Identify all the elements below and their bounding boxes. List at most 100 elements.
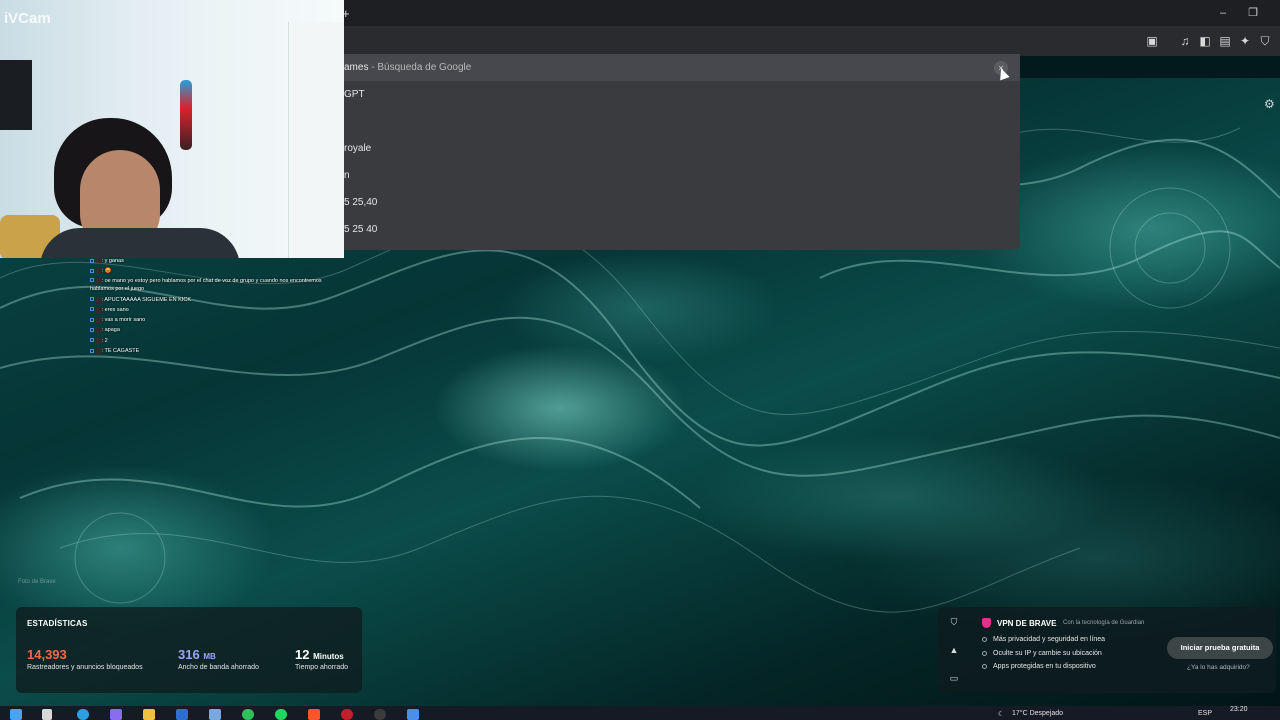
badge-icon xyxy=(90,348,94,353)
vpn-feature-text: Más privacidad y seguridad en línea xyxy=(993,636,1106,643)
badge-icon xyxy=(90,328,94,333)
brave-icon[interactable] xyxy=(308,709,320,720)
widget-switcher: ⛉ ▲ ▭ xyxy=(938,607,970,693)
wallet-icon[interactable]: ▤ xyxy=(1218,34,1232,48)
app-red-icon[interactable] xyxy=(341,709,353,720)
store-icon[interactable] xyxy=(209,709,221,720)
chat-text: : eres sano xyxy=(101,306,129,313)
chat-message: : y ganas xyxy=(90,256,350,266)
restore-button[interactable]: ❐ xyxy=(1238,0,1268,26)
chat-text: : y ganas xyxy=(101,258,124,264)
edge-icon[interactable] xyxy=(77,709,89,720)
language-indicator[interactable]: ESP xyxy=(1198,710,1212,717)
chat-text: : apaga xyxy=(101,327,120,334)
mail-icon[interactable] xyxy=(176,709,188,720)
check-icon xyxy=(982,663,987,669)
time-unit: Minutos xyxy=(313,652,344,661)
badge-icon xyxy=(90,338,94,343)
news-tab-icon[interactable]: ▲ xyxy=(948,644,960,656)
vpn-feature-text: Oculte su IP y cambie su ubicación xyxy=(993,650,1102,657)
suggestion-row[interactable]: ames - Búsqueda de Google × xyxy=(336,54,1020,81)
suggestion-row[interactable]: n xyxy=(336,162,1020,189)
suggestion-row[interactable]: 5 25,40 xyxy=(336,189,1020,216)
task-view-icon[interactable] xyxy=(42,709,52,720)
chat-message: : 2 xyxy=(90,336,350,346)
trackers-caption: Rastreadores y anuncios bloqueados xyxy=(27,664,143,671)
suggestion-row[interactable]: royale xyxy=(336,135,1020,162)
chat-text: : oe mano yo estoy pero hablamos por el … xyxy=(90,277,322,292)
chat-text: : APUCTAAAAA SIGUEME EN KICK xyxy=(101,296,191,303)
chat-overlay: : y ganas : 😡 : oe mano yo estoy pero ha… xyxy=(90,256,350,356)
screen: ⚙ Foto de Brave + – ❐ ▣ ♫ ◧ ▤ ✦ ⛉ ames -… xyxy=(0,0,1280,720)
windows-start-icon[interactable] xyxy=(10,709,22,720)
weather-text[interactable]: 17°C Despejado xyxy=(1012,710,1063,717)
chat-text: : vas a morir sano xyxy=(101,317,146,324)
chat-message: : 😡 xyxy=(90,266,350,276)
stats-title: ESTADÍSTICAS xyxy=(27,619,88,628)
chat-text: : 2 xyxy=(101,337,108,344)
suggestion-text: GPT xyxy=(344,89,365,100)
chat-message: : APUCTAAAAA SIGUEME EN KICK xyxy=(90,295,350,305)
badge-icon xyxy=(90,268,94,273)
suggestion-text: royale xyxy=(344,143,372,154)
music-icon[interactable]: ♫ xyxy=(1178,34,1192,48)
start-trial-button[interactable]: Iniciar prueba gratuita xyxy=(1167,637,1273,659)
time-value: 12 xyxy=(295,647,310,662)
sidebar-icon[interactable]: ◧ xyxy=(1198,34,1212,48)
badge-icon xyxy=(90,258,94,263)
badge-icon xyxy=(90,278,94,283)
obs-icon[interactable] xyxy=(374,709,386,720)
webcam-toy xyxy=(180,80,192,150)
vpn-feature: Oculte su IP y cambie su ubicación xyxy=(982,650,1102,657)
taskbar: ☾ 17°C Despejado ESP 23:20 xyxy=(0,706,1280,720)
suggestion-text: 5 25,40 xyxy=(344,197,378,208)
bandwidth-stat: 316 MB xyxy=(178,647,216,662)
clock[interactable]: 23:20 xyxy=(1230,706,1248,713)
chat-message: : oe mano yo estoy pero hablamos por el … xyxy=(90,277,330,293)
trackers-count: 14,393 xyxy=(27,647,67,662)
copilot-icon[interactable] xyxy=(110,709,122,720)
ivcam-icon[interactable] xyxy=(407,709,419,720)
badge-icon xyxy=(90,307,94,312)
suggestion-row[interactable]: GPT xyxy=(336,81,1020,108)
stats-widget: ESTADÍSTICAS 14,393 Rastreadores y anunc… xyxy=(16,607,362,693)
whatsapp-icon[interactable] xyxy=(242,709,254,720)
chat-text: : 😡 xyxy=(101,268,112,275)
time-caption: Tiempo ahorrado xyxy=(295,664,349,671)
tab-search-icon[interactable]: ▣ xyxy=(1145,34,1159,48)
bandwidth-unit: MB xyxy=(203,652,216,661)
already-purchased-link[interactable]: ¿Ya lo has adquirido? xyxy=(1187,664,1250,671)
leo-ai-icon[interactable]: ✦ xyxy=(1238,34,1252,48)
photo-credit[interactable]: Foto de Brave xyxy=(18,579,56,585)
file-explorer-icon[interactable] xyxy=(143,709,155,720)
bandwidth-value: 316 xyxy=(178,647,200,662)
weather-icon[interactable]: ☾ xyxy=(998,710,1004,718)
chat-text: : TE CAGASTE xyxy=(101,348,140,355)
suggestion-row[interactable]: 5 25 40 xyxy=(336,216,1020,243)
bandwidth-caption: Ancho de banda ahorrado xyxy=(178,664,259,671)
webcam-label: iVCam xyxy=(4,10,51,27)
vpn-subtitle: Con la tecnología de Guardian xyxy=(1063,620,1145,626)
vpn-feature: Apps protegidas en tu dispositivo xyxy=(982,663,1096,670)
vpn-logo-icon xyxy=(982,618,991,628)
spotify-icon[interactable] xyxy=(275,709,287,720)
suggestion-text: n xyxy=(344,170,350,181)
suggestion-subtext: - Búsqueda de Google xyxy=(368,62,472,73)
vpn-feature: Más privacidad y seguridad en línea xyxy=(982,636,1105,643)
check-icon xyxy=(982,636,987,642)
time-stat: 12 Minutos xyxy=(295,647,344,662)
cards-tab-icon[interactable]: ▭ xyxy=(948,672,960,684)
webcam-person-shirt xyxy=(40,228,240,258)
vpn-feature-text: Apps protegidas en tu dispositivo xyxy=(993,663,1096,670)
suggestion-row[interactable] xyxy=(336,108,1020,135)
webcam-overlay: iVCam xyxy=(0,0,344,258)
gear-icon[interactable]: ⚙ xyxy=(1264,98,1276,110)
minimize-button[interactable]: – xyxy=(1208,0,1238,26)
shield-icon[interactable]: ⛉ xyxy=(1258,34,1272,48)
omnibox-suggestions: ames - Búsqueda de Google × GPT royale n… xyxy=(336,54,1020,250)
chat-message: : vas a morir sano xyxy=(90,315,350,325)
vpn-tab-icon[interactable]: ⛉ xyxy=(948,616,960,628)
suggestion-text: 5 25 40 xyxy=(344,224,378,235)
badge-icon xyxy=(90,297,94,302)
chat-message: : TE CAGASTE xyxy=(90,346,350,356)
